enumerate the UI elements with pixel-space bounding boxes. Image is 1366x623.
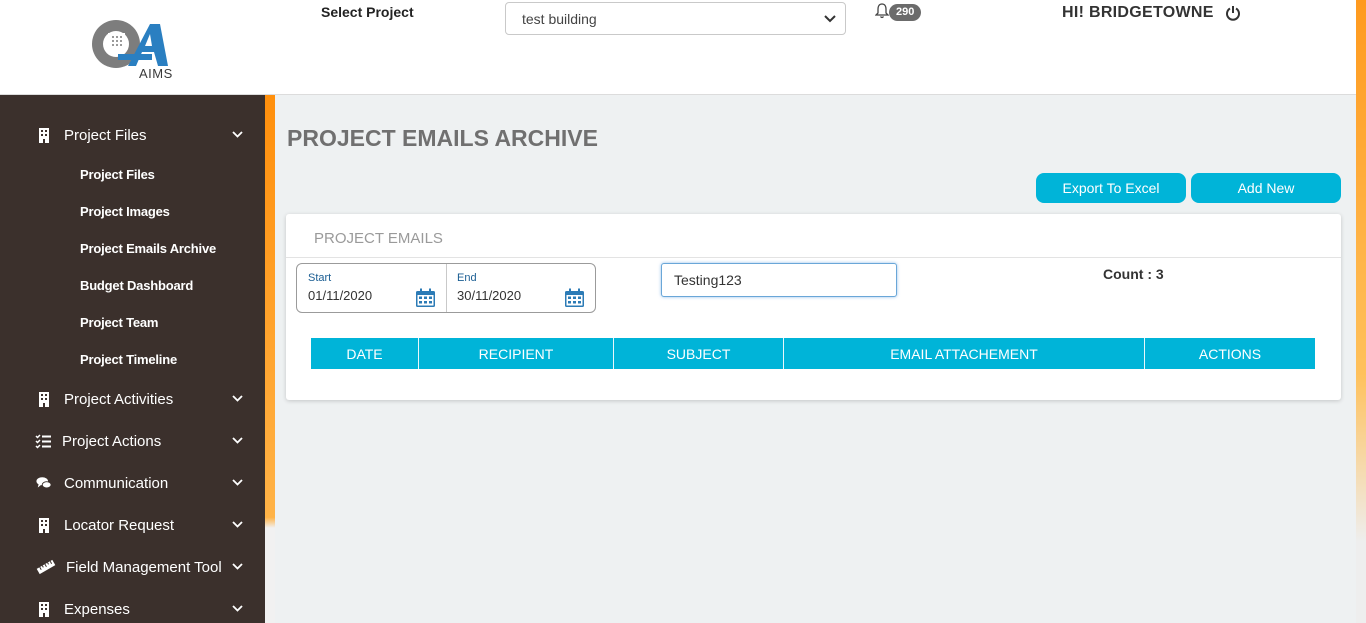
sidebar: Project Files Project Files Project Imag…	[0, 95, 265, 623]
chevron-down-icon	[815, 12, 845, 26]
sidebar-group-communication[interactable]: Communication	[0, 463, 265, 503]
add-new-button[interactable]: Add New	[1191, 173, 1341, 203]
chevron-down-icon	[232, 603, 243, 615]
column-header-email-attachment[interactable]: EMAIL ATTACHEMENT	[784, 338, 1145, 369]
chevron-down-icon	[232, 519, 243, 531]
end-date-label: End	[457, 272, 477, 284]
end-date-value: 30/11/2020	[457, 288, 522, 303]
list-check-icon	[35, 434, 51, 449]
sidebar-item-project-team[interactable]: Project Team	[80, 315, 158, 330]
column-header-actions[interactable]: ACTIONS	[1145, 338, 1315, 369]
start-date-label: Start	[308, 272, 332, 284]
sidebar-item-project-images[interactable]: Project Images	[80, 204, 170, 219]
sidebar-group-locator-request[interactable]: Locator Request	[0, 505, 265, 545]
search-input[interactable]	[661, 263, 897, 297]
sidebar-group-field-management-tool[interactable]: Field Management Tool	[0, 547, 265, 587]
sidebar-group-project-activities[interactable]: Project Activities	[0, 379, 265, 419]
chevron-down-icon	[232, 435, 243, 447]
date-range-picker[interactable]: Start 01/11/2020 End 30/11/2020	[296, 263, 596, 313]
sidebar-group-label: Expenses	[64, 600, 130, 618]
sidebar-group-expenses[interactable]: Expenses	[0, 589, 265, 623]
project-select[interactable]: test building	[505, 2, 846, 35]
user-greeting: HI! BRIDGETOWNE	[1062, 4, 1214, 21]
select-project-label: Select Project	[321, 4, 414, 20]
export-to-excel-button[interactable]: Export To Excel	[1036, 173, 1186, 203]
sidebar-group-label: Project Activities	[64, 390, 174, 408]
building-icon	[39, 518, 49, 533]
chevron-down-icon	[232, 393, 243, 405]
sidebar-group-label: Field Management Tool	[66, 558, 222, 576]
top-header: AIMS Select Project test building 290 HI…	[0, 0, 1366, 95]
bell-icon[interactable]	[875, 3, 889, 19]
logo-text: AIMS	[139, 66, 173, 81]
sidebar-item-project-files[interactable]: Project Files	[80, 167, 155, 182]
calendar-icon[interactable]	[415, 288, 436, 308]
project-select-value: test building	[522, 10, 597, 27]
page-title: PROJECT EMAILS ARCHIVE	[287, 125, 598, 151]
right-accent-stripe	[1356, 0, 1366, 623]
notification-badge[interactable]: 290	[889, 4, 922, 21]
project-emails-card: PROJECT EMAILS Start 01/11/2020 End 30/1…	[286, 214, 1341, 400]
end-date-field[interactable]: End 30/11/2020	[446, 264, 595, 312]
power-icon[interactable]	[1225, 5, 1241, 21]
emails-table-header: DATE RECIPIENT SUBJECT EMAIL ATTACHEMENT…	[311, 338, 1315, 369]
email-count: Count : 3	[1103, 266, 1164, 282]
sidebar-group-label: Project Files	[64, 126, 147, 144]
card-title: PROJECT EMAILS	[314, 230, 443, 247]
sidebar-group-label: Locator Request	[64, 516, 175, 534]
start-date-value: 01/11/2020	[308, 288, 373, 303]
start-date-field[interactable]: Start 01/11/2020	[297, 264, 446, 312]
sidebar-accent-stripe	[265, 95, 275, 623]
sidebar-group-label: Communication	[64, 474, 169, 492]
sidebar-item-project-emails-archive[interactable]: Project Emails Archive	[80, 241, 216, 256]
chevron-down-icon	[232, 561, 243, 573]
sidebar-group-label: Project Actions	[62, 432, 162, 450]
sidebar-group-project-actions[interactable]: Project Actions	[0, 421, 265, 461]
column-header-subject[interactable]: SUBJECT	[614, 338, 784, 369]
calendar-icon[interactable]	[564, 288, 585, 308]
chevron-down-icon	[232, 477, 243, 489]
chevron-down-icon	[232, 129, 243, 141]
sidebar-group-project-files[interactable]: Project Files	[0, 115, 265, 155]
building-icon	[39, 392, 49, 407]
sidebar-item-budget-dashboard[interactable]: Budget Dashboard	[80, 278, 193, 293]
card-divider	[286, 257, 1341, 258]
building-icon	[39, 128, 49, 143]
building-icon	[39, 602, 49, 617]
column-header-recipient[interactable]: RECIPIENT	[419, 338, 614, 369]
column-header-date[interactable]: DATE	[311, 338, 419, 369]
chat-icon	[36, 477, 52, 489]
sidebar-item-project-timeline[interactable]: Project Timeline	[80, 352, 177, 367]
ruler-icon	[36, 559, 56, 575]
